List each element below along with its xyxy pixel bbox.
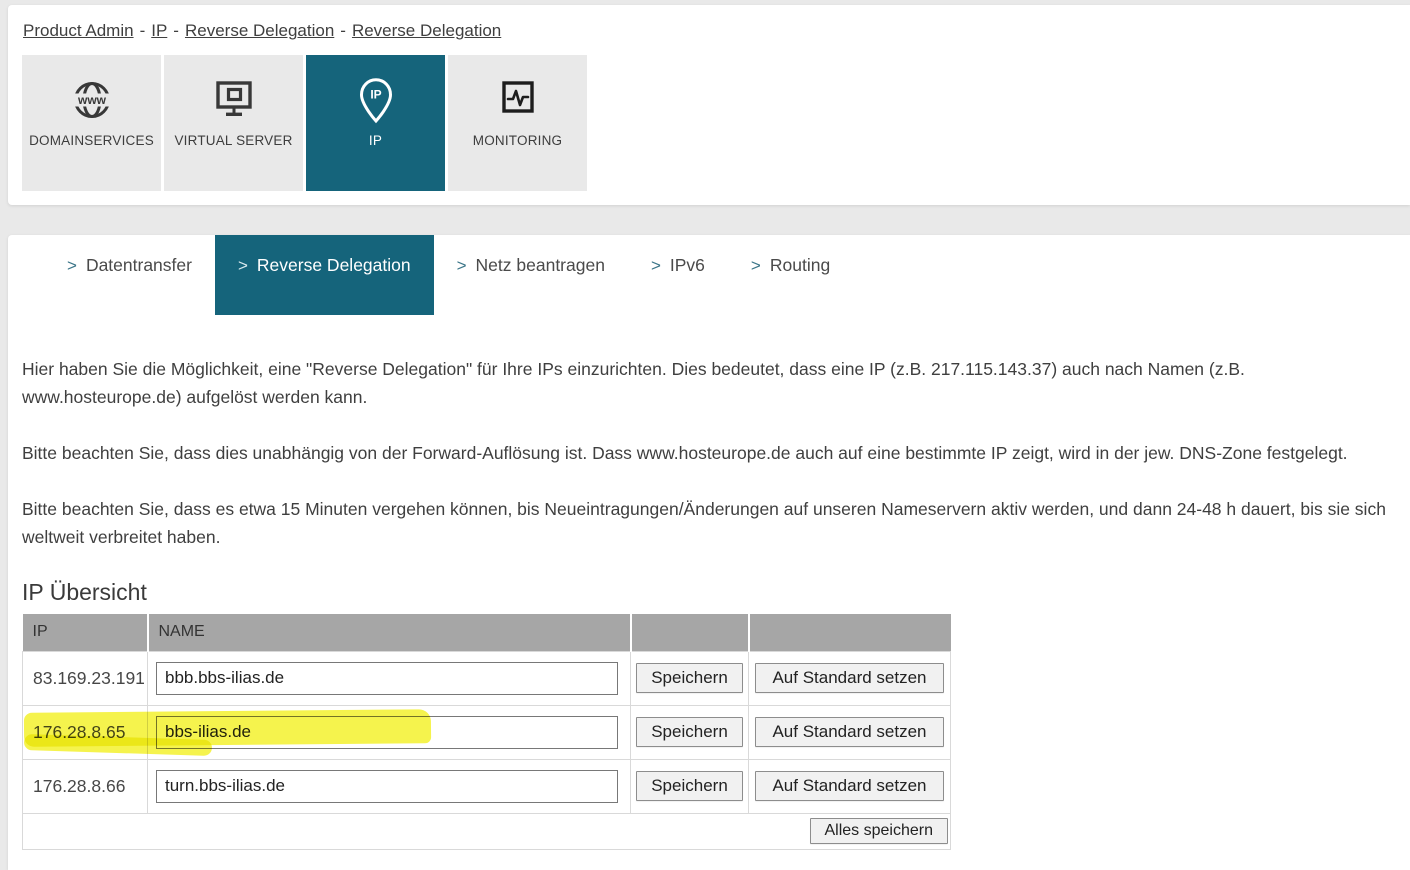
chevron-right-icon: > [238,256,248,275]
breadcrumb-link-reverse-delegation-2[interactable]: Reverse Delegation [352,21,501,40]
tile-ip[interactable]: IP IP [306,55,445,191]
breadcrumb-separator: - [140,21,146,40]
tile-virtual-server[interactable]: VIRTUAL SERVER [164,55,303,191]
column-header-default [749,614,951,651]
tab-label: Reverse Delegation [257,255,411,275]
chevron-right-icon: > [457,256,467,275]
ip-value: 83.169.23.191 [23,651,148,705]
product-nav: www DOMAINSERVICES VIRTUAL SERVER IP [22,55,1410,191]
table-row: 83.169.23.191 Speichern Auf Standard set… [23,651,951,705]
breadcrumb-link-product-admin[interactable]: Product Admin [23,21,134,40]
tile-label: MONITORING [473,133,563,148]
breadcrumb-separator: - [173,21,179,40]
tab-ipv6[interactable]: > IPv6 [628,235,728,315]
breadcrumb-link-ip[interactable]: IP [151,21,167,40]
tile-label: VIRTUAL SERVER [174,133,292,148]
chevron-right-icon: > [751,256,761,275]
intro-paragraph: Hier haben Sie die Möglichkeit, eine "Re… [22,355,1396,411]
save-button[interactable]: Speichern [636,771,743,801]
column-header-ip: IP [23,614,148,651]
set-default-button[interactable]: Auf Standard setzen [755,771,943,801]
breadcrumb: Product Admin-IP-Reverse Delegation-Reve… [23,21,1410,41]
header-card: Product Admin-IP-Reverse Delegation-Reve… [8,5,1410,205]
column-header-save [631,614,749,651]
svg-text:www: www [76,93,106,107]
table-row-highlighted: 176.28.8.65 Speichern Auf Standard setze… [23,705,951,759]
chevron-right-icon: > [651,256,661,275]
chevron-right-icon: > [67,256,77,275]
content-area: Hier haben Sie die Möglichkeit, eine "Re… [8,355,1410,850]
tile-domainservices[interactable]: www DOMAINSERVICES [22,55,161,191]
tab-label: IPv6 [670,255,705,275]
tab-label: Datentransfer [86,255,192,275]
propagation-note-paragraph: Bitte beachten Sie, dass es etwa 15 Minu… [22,495,1396,551]
set-default-button[interactable]: Auf Standard setzen [755,663,943,693]
forward-note-paragraph: Bitte beachten Sie, dass dies unabhängig… [22,439,1396,467]
ip-pin-icon: IP [352,71,400,129]
table-row: 176.28.8.66 Speichern Auf Standard setze… [23,759,951,813]
name-input[interactable] [156,716,618,749]
tile-label: IP [369,133,382,148]
save-button[interactable]: Speichern [636,663,743,693]
breadcrumb-separator: - [340,21,346,40]
tab-routing[interactable]: > Routing [728,235,853,315]
breadcrumb-link-reverse-delegation[interactable]: Reverse Delegation [185,21,334,40]
page-title: IP Übersicht [22,579,1396,606]
tab-reverse-delegation[interactable]: > Reverse Delegation [215,235,434,315]
globe-www-icon: www [68,71,116,129]
tile-label: DOMAINSERVICES [29,133,154,148]
ip-value: 176.28.8.65 [23,705,148,759]
pulse-screen-icon [494,71,542,129]
table-footer-row: Alles speichern [23,813,951,849]
monitor-icon [210,71,258,129]
column-header-name: NAME [148,614,631,651]
ip-value: 176.28.8.66 [23,759,148,813]
main-card: > Datentransfer > Reverse Delegation > Netz… [8,235,1410,870]
tab-netz-beantragen[interactable]: > Netz beantragen [434,235,628,315]
table-header-row: IP NAME [23,614,951,651]
tab-label: Netz beantragen [476,255,605,275]
save-button[interactable]: Speichern [636,717,743,747]
svg-text:IP: IP [370,88,381,102]
set-default-button[interactable]: Auf Standard setzen [755,717,943,747]
ip-overview-table: IP NAME 83.169.23.191 Speichern Auf Stan… [22,614,951,850]
save-all-button[interactable]: Alles speichern [810,818,949,844]
sub-nav: > Datentransfer > Reverse Delegation > Netz… [8,235,1410,315]
name-input[interactable] [156,770,618,803]
tab-label: Routing [770,255,830,275]
tab-datentransfer[interactable]: > Datentransfer [44,235,215,315]
tile-monitoring[interactable]: MONITORING [448,55,587,191]
name-input[interactable] [156,662,618,695]
